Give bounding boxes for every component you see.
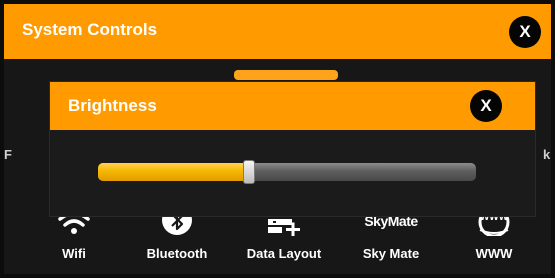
panel-header: System Controls X bbox=[4, 4, 551, 59]
panel-title: System Controls bbox=[22, 20, 158, 39]
toolbar-label-wifi: Wifi bbox=[62, 246, 86, 261]
panel-close-button[interactable]: X bbox=[509, 16, 541, 48]
brightness-slider-fill bbox=[98, 163, 249, 181]
toolbar-label-data-layout: Data Layout bbox=[246, 246, 322, 261]
toolbar-label-bluetooth: Bluetooth bbox=[146, 246, 208, 261]
panel-close-label: X bbox=[519, 22, 531, 41]
dialog-close-label: X bbox=[480, 96, 492, 115]
obscured-item-right: k bbox=[543, 147, 551, 162]
brightness-dialog: Brightness X bbox=[50, 82, 535, 216]
system-controls-panel: System Controls X F k Wifi Bluetooth Dat… bbox=[4, 4, 551, 274]
dialog-header: Brightness X bbox=[50, 82, 535, 130]
dialog-title: Brightness bbox=[68, 96, 157, 115]
toolbar-label-www: WWW bbox=[475, 246, 513, 261]
brightness-slider[interactable] bbox=[98, 160, 476, 184]
obscured-item-left: F bbox=[4, 147, 12, 162]
tab-indicator bbox=[234, 70, 338, 80]
brightness-slider-thumb[interactable] bbox=[243, 160, 255, 184]
dialog-close-button[interactable]: X bbox=[470, 90, 502, 122]
toolbar-label-sky-mate: Sky Mate bbox=[362, 246, 420, 261]
